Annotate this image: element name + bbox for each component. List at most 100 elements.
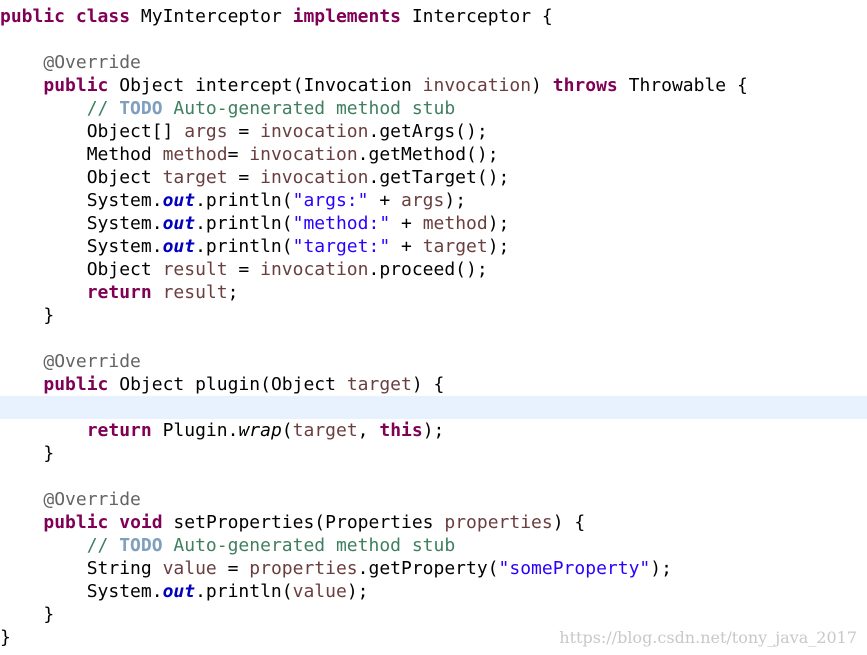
code-token: target bbox=[162, 167, 228, 188]
code-token: out bbox=[162, 581, 196, 602]
code-line[interactable]: @Override bbox=[0, 350, 867, 373]
code-line[interactable]: @Override bbox=[0, 51, 867, 74]
code-token: Auto-generated method stub bbox=[162, 98, 456, 119]
code-editor[interactable]: public class MyInterceptor implements In… bbox=[0, 0, 867, 655]
code-line[interactable]: String value = properties.getProperty("s… bbox=[0, 557, 867, 580]
code-token: invocation bbox=[422, 75, 532, 96]
code-token: class bbox=[75, 6, 131, 27]
code-line[interactable]: Object[] args = invocation.getArgs(); bbox=[0, 120, 867, 143]
code-token: = bbox=[227, 167, 261, 188]
code-line[interactable]: } bbox=[0, 603, 867, 626]
code-token: ); bbox=[650, 558, 672, 579]
code-token: System. bbox=[0, 581, 163, 602]
code-token: System. bbox=[0, 213, 163, 234]
code-token: ); bbox=[346, 581, 369, 602]
code-line[interactable]: } bbox=[0, 442, 867, 465]
code-token: implements bbox=[292, 6, 401, 27]
code-token: } bbox=[0, 604, 55, 625]
code-token: Throwable { bbox=[617, 75, 748, 96]
code-token: .getArgs(); bbox=[368, 121, 488, 142]
code-token: .proceed(); bbox=[368, 259, 488, 280]
code-line[interactable]: public class MyInterceptor implements In… bbox=[0, 5, 867, 28]
watermark-url: https://blog.csdn.net/tony_java_2017 bbox=[559, 628, 857, 647]
code-token: .println( bbox=[195, 190, 293, 211]
code-line[interactable]: System.out.println(value); bbox=[0, 580, 867, 603]
code-token: Object[] bbox=[0, 121, 185, 142]
code-line[interactable] bbox=[0, 465, 867, 488]
code-token: "target:" bbox=[292, 236, 391, 257]
code-token: ); bbox=[422, 420, 445, 441]
code-token: return bbox=[86, 282, 152, 303]
code-line[interactable]: return result; bbox=[0, 281, 867, 304]
code-token: invocation bbox=[249, 144, 358, 165]
code-token: = bbox=[227, 144, 250, 165]
code-line[interactable]: // TODO Auto-generated method stub bbox=[0, 534, 867, 557]
code-token: result bbox=[162, 282, 228, 303]
code-token: Object bbox=[0, 167, 163, 188]
code-line[interactable]: Object target = invocation.getTarget(); bbox=[0, 166, 867, 189]
code-token: ) { bbox=[552, 512, 586, 533]
code-token: + bbox=[390, 213, 423, 234]
code-token: } bbox=[0, 627, 11, 648]
code-token: = bbox=[227, 121, 261, 142]
code-line[interactable]: System.out.println("method:" + method); bbox=[0, 212, 867, 235]
code-token: ); bbox=[487, 213, 510, 234]
code-token: Plugin. bbox=[151, 420, 239, 441]
code-token: // bbox=[86, 98, 120, 119]
code-token: out bbox=[162, 213, 196, 234]
code-line[interactable] bbox=[0, 28, 867, 51]
code-token: @Override bbox=[43, 52, 141, 73]
code-token: invocation bbox=[260, 167, 369, 188]
code-token: method bbox=[162, 144, 228, 165]
code-token: out bbox=[162, 190, 196, 211]
code-token: ; bbox=[227, 282, 239, 303]
code-line[interactable] bbox=[0, 327, 867, 350]
code-token: public bbox=[43, 75, 109, 96]
code-token: method bbox=[422, 213, 488, 234]
code-line[interactable]: } bbox=[0, 304, 867, 327]
code-line[interactable]: Object result = invocation.proceed(); bbox=[0, 258, 867, 281]
code-token: args bbox=[401, 190, 445, 211]
code-token: TODO bbox=[119, 535, 163, 556]
current-line-highlight[interactable] bbox=[0, 396, 867, 419]
code-token: ); bbox=[487, 236, 510, 257]
code-line[interactable]: public void setProperties(Properties pro… bbox=[0, 511, 867, 534]
code-token: MyInterceptor bbox=[130, 6, 293, 27]
code-token: @Override bbox=[43, 489, 141, 510]
code-token: wrap bbox=[238, 420, 282, 441]
code-token: "someProperty" bbox=[498, 558, 651, 579]
code-token: ); bbox=[444, 190, 467, 211]
code-token: ) bbox=[531, 75, 553, 96]
code-token: TODO bbox=[119, 98, 163, 119]
code-token: ) { bbox=[411, 374, 445, 395]
code-token: value bbox=[292, 581, 347, 602]
code-line[interactable]: System.out.println("args:" + args); bbox=[0, 189, 867, 212]
code-token: Auto-generated method stub bbox=[162, 535, 456, 556]
code-token: = bbox=[216, 558, 250, 579]
code-token: .getMethod(); bbox=[357, 144, 499, 165]
code-line[interactable]: return Plugin.wrap(target, this); bbox=[0, 419, 867, 442]
code-line[interactable]: @Override bbox=[0, 488, 867, 511]
code-token: System. bbox=[0, 236, 163, 257]
code-token: , bbox=[357, 420, 380, 441]
code-token: public bbox=[43, 512, 109, 533]
code-token: target bbox=[422, 236, 488, 257]
code-line[interactable]: public Object intercept(Invocation invoc… bbox=[0, 74, 867, 97]
code-line[interactable]: // TODO Auto-generated method stub bbox=[0, 97, 867, 120]
code-line[interactable]: System.out.println("target:" + target); bbox=[0, 235, 867, 258]
code-token: "args:" bbox=[292, 190, 369, 211]
code-token: public bbox=[0, 6, 66, 27]
code-line[interactable]: Method method= invocation.getMethod(); bbox=[0, 143, 867, 166]
code-token: properties bbox=[444, 512, 553, 533]
code-token: result bbox=[162, 259, 228, 280]
code-token: "method:" bbox=[292, 213, 391, 234]
code-line[interactable]: public Object plugin(Object target) { bbox=[0, 373, 867, 396]
